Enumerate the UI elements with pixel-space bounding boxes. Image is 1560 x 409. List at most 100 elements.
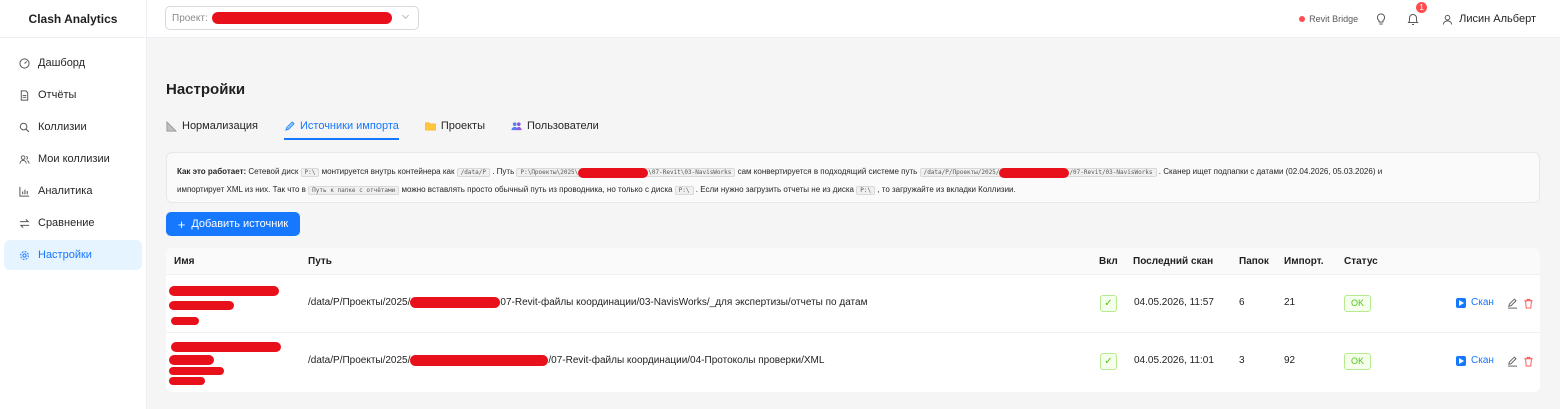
scan-label: Скан bbox=[1471, 355, 1494, 366]
page-title: Настройки bbox=[166, 81, 246, 98]
path-redacted bbox=[410, 297, 501, 308]
project-select[interactable]: Проект: bbox=[165, 6, 419, 30]
play-icon bbox=[1456, 297, 1466, 308]
last-scan-cell: 04.05.2026, 11:57 bbox=[1134, 297, 1214, 308]
info-text: . Сканер ищет подпапки с датами (02.04.2… bbox=[1158, 167, 1383, 176]
revit-bridge-status: Revit Bridge bbox=[1299, 14, 1358, 24]
sidebar-item-analytics[interactable]: Аналитика bbox=[4, 176, 142, 206]
bar-chart-icon bbox=[18, 185, 30, 197]
sidebar-nav: Дашборд Отчёты Коллизии Мои коллизии Ана… bbox=[0, 38, 146, 270]
enabled-checkbox[interactable]: ✓ bbox=[1100, 295, 1117, 312]
plus-icon: + bbox=[177, 216, 186, 232]
status-badge: OK bbox=[1344, 295, 1372, 312]
scan-button[interactable]: Скан bbox=[1456, 297, 1494, 308]
info-text: . Если нужно загрузить отчеты не из диск… bbox=[695, 185, 854, 194]
col-last-scan: Последний скан bbox=[1133, 256, 1214, 267]
tab-label: Пользователи bbox=[527, 120, 599, 132]
users-icon bbox=[18, 153, 30, 165]
path-prefix: /data/P/Проекты/2025/ bbox=[308, 297, 411, 309]
user-icon bbox=[1442, 14, 1453, 25]
path-cell: /data/P/Проекты/2025/07-Revit-файлы коор… bbox=[308, 297, 867, 308]
file-icon bbox=[18, 89, 30, 101]
delete-icon[interactable] bbox=[1522, 355, 1534, 367]
bell-icon[interactable]: 1 bbox=[1406, 2, 1428, 26]
sidebar-item-clashes[interactable]: Коллизии bbox=[4, 112, 142, 142]
path-suffix: 07-Revit-файлы координации/03-NavisWorks… bbox=[500, 297, 868, 309]
folders-cell: 3 bbox=[1239, 355, 1245, 366]
code-part: /07-Revit/03-NavisWorks bbox=[1069, 169, 1153, 176]
swap-icon bbox=[18, 217, 30, 229]
code-part: \07-Revit\03-NavisWorks bbox=[648, 169, 732, 176]
code-snippet: /data/P/Проекты/2025/ /07-Revit/03-NavisW… bbox=[919, 167, 1157, 178]
edit-icon[interactable] bbox=[1506, 355, 1518, 367]
settings-tabs: Нормализация Источники импорта Проекты П… bbox=[166, 115, 1548, 140]
notification-badge: 1 bbox=[1416, 2, 1428, 13]
bulb-icon[interactable] bbox=[1374, 12, 1388, 26]
redaction bbox=[999, 167, 1070, 178]
project-select-value-redacted bbox=[211, 12, 392, 24]
user-menu[interactable]: Лисин Альберт bbox=[1442, 13, 1536, 25]
code-snippet: /data/P bbox=[456, 168, 490, 177]
info-text: . Путь bbox=[492, 167, 515, 176]
code-part: /data/P/Проекты/2025/ bbox=[923, 169, 1000, 176]
tab-label: Источники импорта bbox=[300, 120, 399, 132]
tab-label: Нормализация bbox=[182, 120, 258, 132]
table-row: /data/P/Проекты/2025/07-Revit-файлы коор… bbox=[166, 275, 1540, 333]
info-text: импортирует XML из них. Так что в bbox=[177, 185, 306, 194]
info-text: монтируется внутрь контейнера как bbox=[321, 167, 455, 176]
col-enabled: Вкл bbox=[1099, 256, 1118, 267]
sidebar-item-label: Настройки bbox=[38, 249, 92, 261]
top-header: Проект: Revit Bridge 1 Лисин Альберт bbox=[147, 0, 1560, 38]
team-icon bbox=[511, 121, 522, 131]
status-badge: OK bbox=[1344, 353, 1372, 370]
info-text: Сетевой диск bbox=[248, 167, 299, 176]
code-snippet: P:\ bbox=[674, 186, 694, 195]
folder-icon bbox=[425, 121, 436, 131]
scan-button[interactable]: Скан bbox=[1456, 355, 1494, 366]
tab-label: Проекты bbox=[440, 120, 485, 132]
play-icon bbox=[1456, 355, 1466, 366]
tab-normalization[interactable]: Нормализация bbox=[166, 115, 258, 137]
dashboard-icon bbox=[18, 57, 30, 69]
path-cell: /data/P/Проекты/2025/ /07-Revit-файлы коо… bbox=[308, 355, 824, 366]
info-text: , то загружайте из вкладки Коллизии. bbox=[877, 185, 1016, 194]
imported-cell: 92 bbox=[1284, 355, 1296, 366]
sidebar-item-label: Дашборд bbox=[38, 57, 86, 69]
sidebar-item-dashboard[interactable]: Дашборд bbox=[4, 48, 142, 78]
sidebar-item-my-clashes[interactable]: Мои коллизии bbox=[4, 144, 142, 174]
sidebar-item-reports[interactable]: Отчёты bbox=[4, 80, 142, 110]
sidebar-item-compare[interactable]: Сравнение bbox=[4, 208, 142, 238]
sidebar-item-settings[interactable]: Настройки bbox=[4, 240, 142, 270]
folders-cell: 6 bbox=[1239, 297, 1245, 308]
main-content: Настройки Нормализация Источники импорта… bbox=[147, 38, 1560, 409]
last-scan-cell: 04.05.2026, 11:01 bbox=[1134, 355, 1214, 366]
chevron-down-icon bbox=[401, 12, 410, 23]
name-redacted bbox=[171, 317, 199, 325]
search-icon bbox=[18, 121, 30, 133]
add-source-button[interactable]: + Добавить источник bbox=[166, 212, 300, 236]
sidebar-item-label: Сравнение bbox=[38, 217, 95, 229]
add-source-label: Добавить источник bbox=[191, 218, 289, 230]
app-brand: Clash Analytics bbox=[0, 0, 146, 38]
code-snippet: Путь к папке с отчётами bbox=[308, 186, 400, 195]
col-name: Имя bbox=[174, 256, 195, 267]
sidebar-item-label: Аналитика bbox=[38, 185, 93, 197]
tab-users[interactable]: Пользователи bbox=[511, 115, 599, 137]
path-redacted bbox=[410, 355, 549, 366]
redaction bbox=[578, 167, 649, 178]
name-redacted bbox=[169, 301, 234, 310]
name-redacted bbox=[169, 377, 205, 385]
edit-icon[interactable] bbox=[1506, 297, 1518, 309]
imported-cell: 21 bbox=[1284, 297, 1296, 308]
pen-icon bbox=[284, 120, 295, 132]
delete-icon[interactable] bbox=[1522, 297, 1534, 309]
code-part: P:\Проекты\2025\ bbox=[520, 169, 579, 176]
tab-import-sources[interactable]: Источники импорта bbox=[284, 115, 399, 140]
table-header: Имя Путь Вкл Последний скан Папок Импорт… bbox=[166, 248, 1540, 275]
user-name: Лисин Альберт bbox=[1459, 13, 1536, 25]
tab-projects[interactable]: Проекты bbox=[425, 115, 485, 137]
enabled-checkbox[interactable]: ✓ bbox=[1100, 353, 1117, 370]
col-folders: Папок bbox=[1239, 256, 1269, 267]
code-snippet: P:\ bbox=[856, 186, 876, 195]
col-imported: Импорт. bbox=[1284, 256, 1324, 267]
